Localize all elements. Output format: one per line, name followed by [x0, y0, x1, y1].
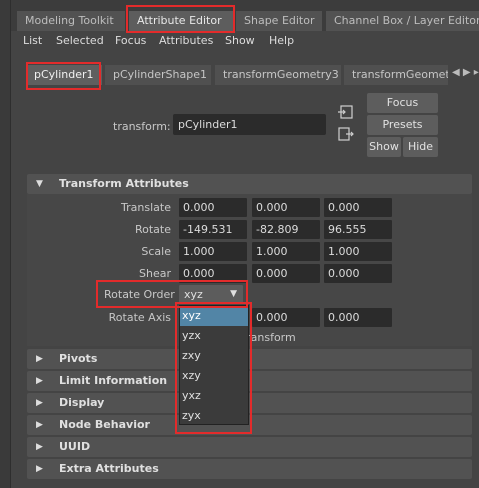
translate-y-field[interactable]: 0.000: [252, 198, 320, 217]
section-node-behavior[interactable]: ▶ Node Behavior: [27, 415, 472, 435]
transform-label: transform:: [113, 120, 171, 133]
node-tab-bar: pCylinder1 pCylinderShape1 transformGeom…: [11, 63, 479, 87]
translate-label: Translate: [121, 201, 171, 214]
focus-button[interactable]: Focus: [367, 93, 438, 113]
collapsed-arrow-icon: ▶: [36, 442, 43, 452]
show-button[interactable]: Show: [367, 137, 401, 157]
attribute-editor-panel: Modeling Toolkit Attribute Editor Shape …: [11, 0, 479, 488]
menu-attributes[interactable]: Attributes: [159, 34, 213, 47]
scale-label: Scale: [141, 245, 171, 258]
translate-x-field[interactable]: 0.000: [179, 198, 247, 217]
node-tab-pcylindershape1[interactable]: pCylinderShape1: [105, 65, 211, 85]
section-uuid[interactable]: ▶ UUID: [27, 437, 472, 457]
load-input-icon[interactable]: [338, 105, 354, 119]
collapsed-arrow-icon: ▶: [36, 354, 43, 364]
scale-z-field[interactable]: 1.000: [324, 242, 392, 261]
transform-name-field[interactable]: pCylinder1: [173, 114, 326, 135]
shear-x-field[interactable]: 0.000: [179, 264, 247, 283]
menu-help[interactable]: Help: [269, 34, 294, 47]
chevron-down-icon: ▼: [230, 289, 237, 299]
tab-shape-editor[interactable]: Shape Editor: [236, 11, 322, 31]
section-title: UUID: [59, 440, 91, 453]
section-title: Node Behavior: [59, 418, 150, 431]
rotate-order-option-list: xyz yzx zxy xzy yxz zyx: [179, 305, 249, 425]
section-title: Pivots: [59, 352, 98, 365]
option-yzx[interactable]: yzx: [180, 326, 248, 346]
menu-list[interactable]: List: [23, 34, 42, 47]
left-dock-strip: [0, 0, 11, 488]
collapsed-arrow-icon: ▶: [36, 420, 43, 430]
node-tab-transformgeometry[interactable]: transformGeometr: [344, 65, 448, 85]
rotate-label: Rotate: [134, 223, 171, 236]
section-title: Limit Information: [59, 374, 168, 387]
collapsed-arrow-icon: ▶: [36, 376, 43, 386]
menu-focus[interactable]: Focus: [115, 34, 146, 47]
rotate-z-field[interactable]: 96.555: [324, 220, 392, 239]
option-xyz[interactable]: xyz: [180, 306, 248, 326]
hide-button[interactable]: Hide: [403, 137, 438, 157]
collapsed-arrow-icon: ▶: [36, 464, 43, 474]
node-tab-pcylinder1[interactable]: pCylinder1: [26, 65, 102, 85]
top-tab-bar: Modeling Toolkit Attribute Editor Shape …: [11, 0, 479, 31]
section-title: Transform Attributes: [59, 177, 189, 190]
section-title: Extra Attributes: [59, 462, 159, 475]
translate-z-field[interactable]: 0.000: [324, 198, 392, 217]
rotate-order-label: Rotate Order: [104, 288, 175, 301]
shear-z-field[interactable]: 0.000: [324, 264, 392, 283]
shear-label: Shear: [139, 267, 171, 280]
section-display[interactable]: ▶ Display: [27, 393, 472, 413]
tab-scroll-arrows-icon[interactable]: ◀ ▶ ▸: [452, 67, 479, 78]
scale-y-field[interactable]: 1.000: [252, 242, 320, 261]
option-zyx[interactable]: zyx: [180, 406, 248, 426]
menu-show[interactable]: Show: [225, 34, 255, 47]
menu-selected[interactable]: Selected: [56, 34, 104, 47]
expanded-arrow-icon: ▼: [36, 179, 43, 189]
collapsed-arrow-icon: ▶: [36, 398, 43, 408]
option-zxy[interactable]: zxy: [180, 346, 248, 366]
option-yxz[interactable]: yxz: [180, 386, 248, 406]
tab-attribute-editor[interactable]: Attribute Editor: [129, 11, 233, 31]
section-pivots[interactable]: ▶ Pivots: [27, 349, 472, 369]
option-xzy[interactable]: xzy: [180, 366, 248, 386]
shear-y-field[interactable]: 0.000: [252, 264, 320, 283]
tab-modeling-toolkit[interactable]: Modeling Toolkit: [17, 11, 125, 31]
section-transform-attributes[interactable]: ▼ Transform Attributes: [27, 174, 472, 194]
load-output-icon[interactable]: [338, 127, 354, 141]
rotate-axis-z-field[interactable]: 0.000: [324, 308, 392, 327]
rotate-x-field[interactable]: -149.531: [179, 220, 247, 239]
rotate-axis-y-field[interactable]: 0.000: [252, 308, 320, 327]
rotate-order-value: xyz: [184, 288, 203, 301]
rotate-order-dropdown[interactable]: xyz ▼: [179, 285, 243, 304]
section-extra-attributes[interactable]: ▶ Extra Attributes: [27, 459, 472, 479]
inherits-transform-label: Transform: [241, 331, 296, 344]
tab-channel-box-layer-editor[interactable]: Channel Box / Layer Editor: [326, 11, 479, 31]
scale-x-field[interactable]: 1.000: [179, 242, 247, 261]
section-limit-information[interactable]: ▶ Limit Information: [27, 371, 472, 391]
node-tab-transformgeometry3[interactable]: transformGeometry3: [215, 65, 341, 85]
presets-button[interactable]: Presets: [367, 115, 438, 135]
rotate-y-field[interactable]: -82.809: [252, 220, 320, 239]
menu-bar: List Selected Focus Attributes Show Help: [11, 31, 479, 53]
section-title: Display: [59, 396, 105, 409]
rotate-axis-label: Rotate Axis: [108, 311, 171, 324]
